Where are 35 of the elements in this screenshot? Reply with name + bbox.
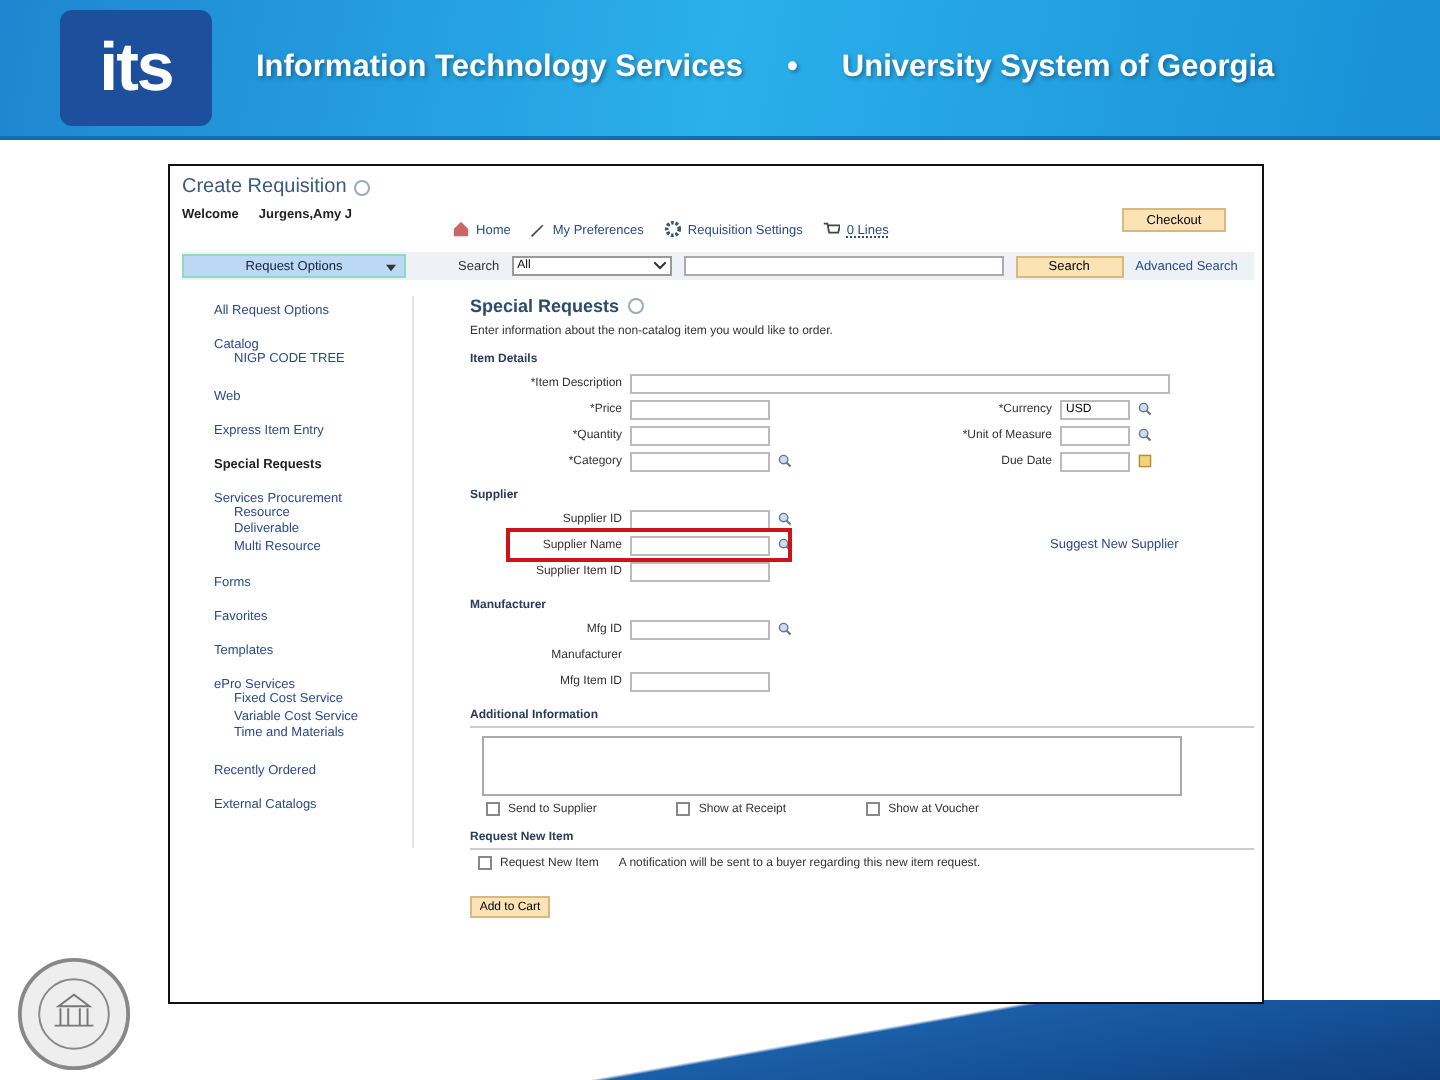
input-field[interactable] xyxy=(630,451,770,471)
separator-dot: • xyxy=(786,50,798,86)
header-subtitle: University System of Georgia xyxy=(841,50,1275,86)
input-field[interactable] xyxy=(630,373,1170,393)
input-field[interactable] xyxy=(630,399,770,419)
text-area[interactable] xyxy=(482,736,1182,796)
search-icon[interactable] xyxy=(1138,402,1152,416)
input-field[interactable] xyxy=(630,425,770,445)
caret-icon xyxy=(653,262,666,270)
help-icon[interactable] xyxy=(627,298,644,314)
page-title: Create Requisition xyxy=(182,176,347,198)
input-field[interactable] xyxy=(1060,425,1130,445)
input-field[interactable] xyxy=(630,535,770,555)
search-icon[interactable] xyxy=(778,512,792,526)
calendar-icon[interactable] xyxy=(1138,454,1152,468)
input-field[interactable] xyxy=(630,619,770,639)
home-icon xyxy=(452,220,471,238)
cart-icon xyxy=(822,220,841,238)
logo: its xyxy=(60,10,212,126)
search-field[interactable] xyxy=(683,256,1004,276)
search-icon[interactable] xyxy=(778,622,792,636)
search-icon[interactable] xyxy=(778,454,792,468)
input-field[interactable] xyxy=(630,509,770,529)
section-title: Special Requests xyxy=(470,296,620,316)
search-icon[interactable] xyxy=(778,538,792,552)
caret-icon xyxy=(386,264,396,272)
search-icon[interactable] xyxy=(1138,428,1152,442)
help-icon[interactable] xyxy=(354,179,371,195)
gear-icon xyxy=(663,220,682,238)
seal-drawing xyxy=(16,956,132,1072)
wand-icon xyxy=(530,222,547,238)
input-field[interactable] xyxy=(630,561,770,581)
input-field[interactable] xyxy=(630,671,770,691)
header-title: Information Technology Services xyxy=(256,50,743,86)
date-field[interactable] xyxy=(1060,451,1130,471)
